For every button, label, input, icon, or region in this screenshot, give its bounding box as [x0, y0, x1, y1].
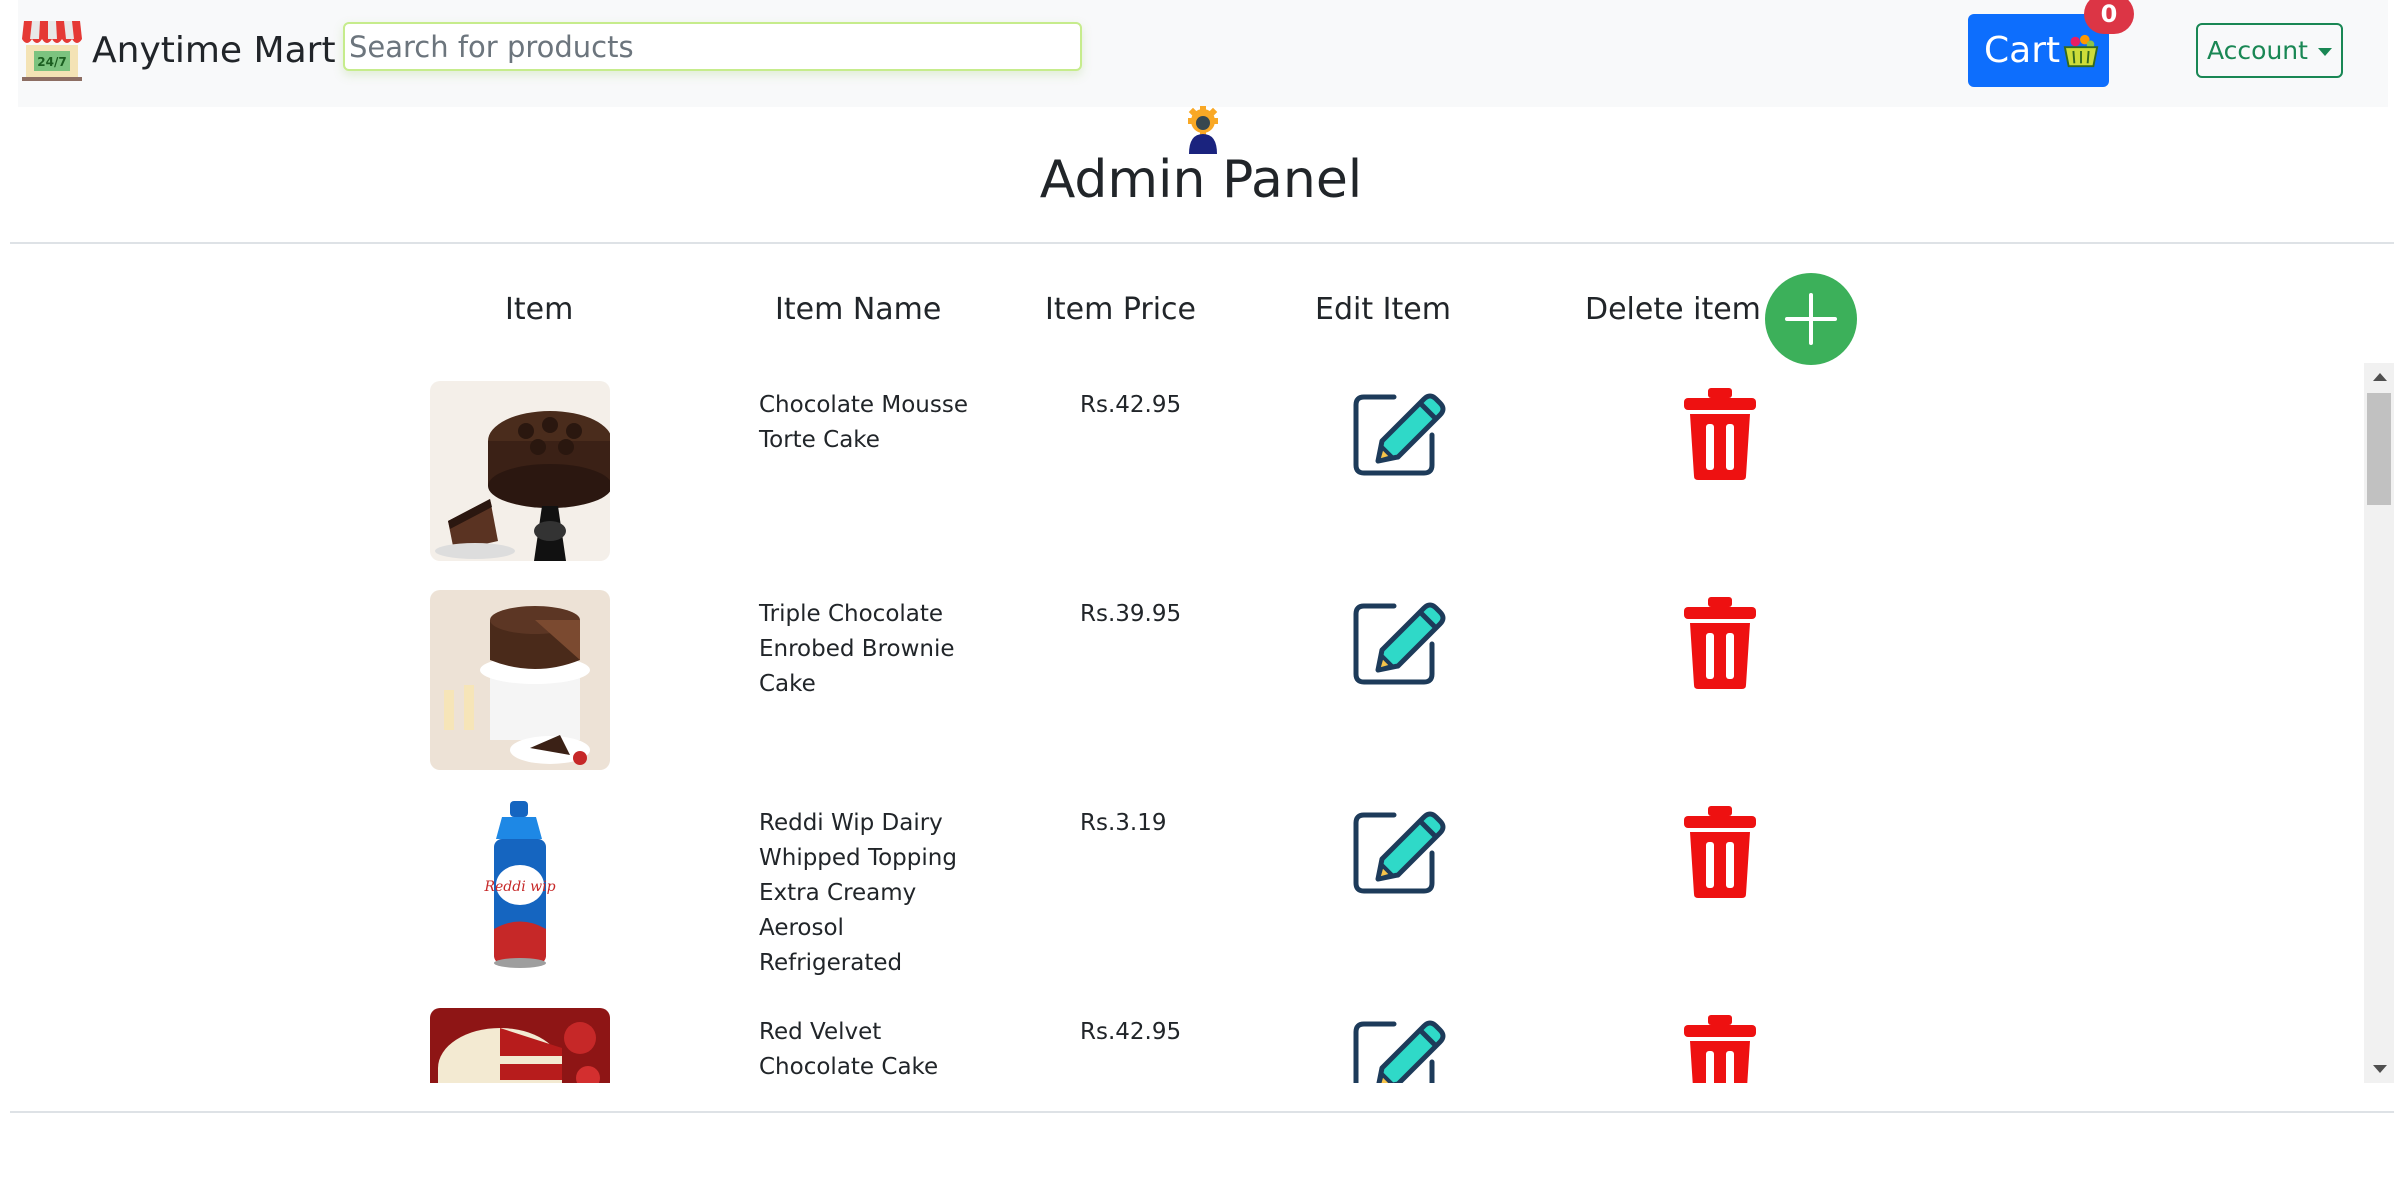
- cart-count-badge: 0: [2084, 0, 2134, 34]
- divider: [10, 242, 2394, 244]
- trash-icon[interactable]: [1680, 597, 1760, 689]
- svg-text:24/7: 24/7: [37, 55, 66, 69]
- item-price: Rs.42.95: [1080, 392, 1182, 418]
- scroll-up-arrow-icon[interactable]: [2373, 373, 2387, 381]
- table-row: Reddi wip Reddi Wip Dairy Whipped Toppin…: [0, 781, 2370, 990]
- store-247-icon: 24/7: [22, 21, 82, 81]
- brand[interactable]: 24/7 Anytime Mart: [20, 17, 336, 83]
- edit-pencil-icon[interactable]: [1350, 801, 1446, 897]
- edit-pencil-icon[interactable]: [1350, 383, 1446, 479]
- account-label: Account: [2207, 36, 2308, 65]
- column-header-item-price: Item Price: [1045, 292, 1197, 327]
- table-scrollbar[interactable]: [2364, 363, 2394, 1083]
- brand-name: Anytime Mart: [92, 29, 336, 71]
- item-price: Rs.42.95: [1080, 1019, 1182, 1045]
- item-price: Rs.3.19: [1080, 810, 1167, 836]
- basket-icon: [2063, 34, 2099, 67]
- divider: [10, 1111, 2394, 1113]
- trash-icon[interactable]: [1680, 806, 1760, 898]
- cart-label: Cart: [1984, 30, 2061, 71]
- plus-icon: [1785, 293, 1837, 345]
- items-table-body[interactable]: Chocolate Mousse Torte Cake Rs.42.95 Tri…: [0, 363, 2402, 1083]
- admin-user-gear-icon: [1188, 106, 1218, 154]
- reddi-wip-can-image: Reddi wip: [430, 799, 610, 979]
- table-row: Chocolate Mousse Torte Cake Rs.42.95: [0, 363, 2370, 572]
- account-dropdown-button[interactable]: Account: [2196, 23, 2343, 78]
- page-title: Admin Panel: [1039, 150, 1363, 210]
- table-row: Triple Chocolate Enrobed Brownie Cake Rs…: [0, 572, 2370, 781]
- edit-pencil-icon[interactable]: [1350, 1010, 1446, 1083]
- scroll-down-arrow-icon[interactable]: [2373, 1065, 2387, 1073]
- add-item-button[interactable]: [1765, 273, 1857, 365]
- scrollbar-thumb[interactable]: [2367, 393, 2391, 505]
- search-input[interactable]: [343, 22, 1082, 71]
- svg-text:Reddi wip: Reddi wip: [483, 879, 555, 895]
- item-name: Chocolate Mousse Torte Cake: [759, 392, 968, 453]
- trash-icon[interactable]: [1680, 388, 1760, 480]
- trash-icon[interactable]: [1680, 1015, 1760, 1083]
- table-row: Red Velvet Chocolate Cake Rs.42.95: [0, 990, 2370, 1083]
- caret-down-icon: [2317, 47, 2332, 56]
- item-name: Reddi Wip Dairy Whipped Topping Extra Cr…: [759, 810, 957, 976]
- navbar: 24/7 Anytime Mart Cart 0 Account: [18, 0, 2388, 107]
- column-header-item: Item: [505, 292, 574, 327]
- item-name: Triple Chocolate Enrobed Brownie Cake: [759, 601, 955, 697]
- chocolate-mousse-torte-cake-image: [430, 381, 610, 561]
- column-header-edit-item: Edit Item: [1315, 292, 1451, 327]
- column-header-item-name: Item Name: [775, 292, 942, 327]
- item-name: Red Velvet Chocolate Cake: [759, 1019, 939, 1080]
- column-header-delete-item: Delete item: [1585, 292, 1761, 327]
- edit-pencil-icon[interactable]: [1350, 592, 1446, 688]
- item-price: Rs.39.95: [1080, 601, 1182, 627]
- red-velvet-cake-image: [430, 1008, 610, 1083]
- triple-chocolate-brownie-cake-image: [430, 590, 610, 770]
